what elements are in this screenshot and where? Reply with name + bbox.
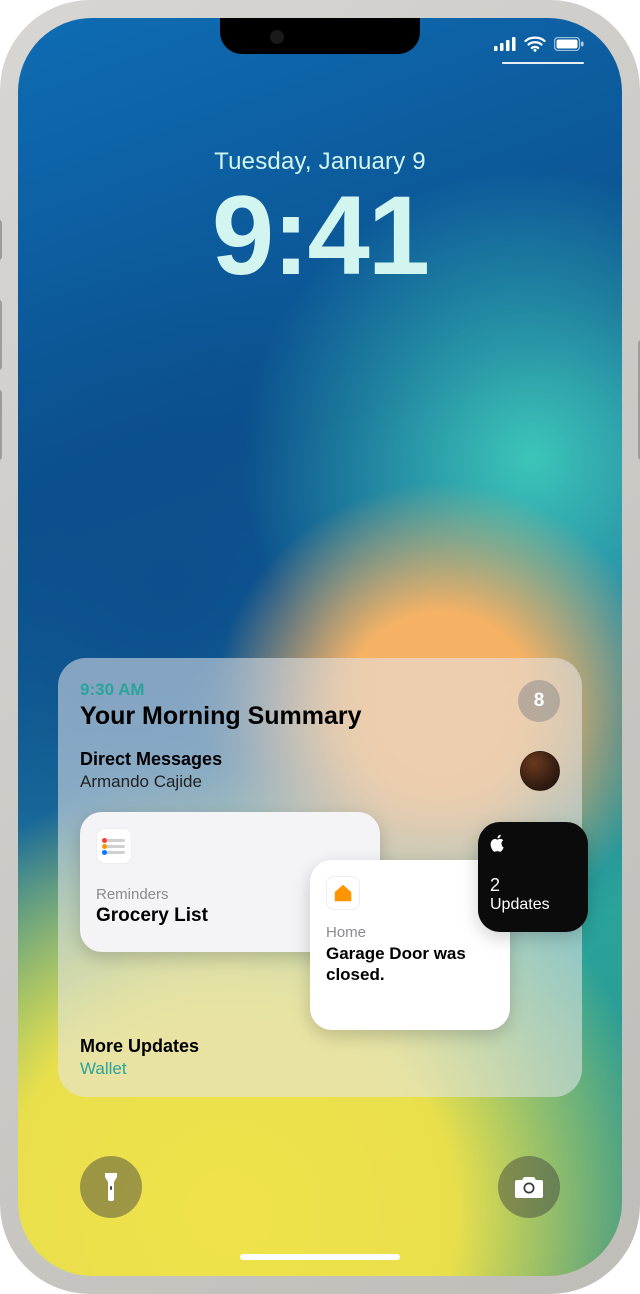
summary-title: Your Morning Summary (80, 702, 362, 731)
notch (220, 18, 420, 54)
status-bar (494, 36, 584, 52)
updates-tile[interactable]: 2 Updates (478, 822, 588, 932)
morning-summary-card[interactable]: 9:30 AM Your Morning Summary 8 Direct Me… (58, 658, 582, 1097)
summary-count-badge: 8 (518, 680, 560, 722)
summary-time: 9:30 AM (80, 680, 362, 700)
direct-messages-label: Direct Messages (80, 749, 222, 770)
more-updates-label: More Updates (80, 1036, 560, 1057)
battery-icon (554, 37, 584, 51)
lock-header: Tuesday, January 9 9:41 (18, 148, 622, 292)
volume-down-button (0, 390, 2, 460)
more-updates-row[interactable]: More Updates Wallet (80, 1036, 560, 1079)
direct-messages-sender: Armando Cajide (80, 772, 222, 792)
camera-button[interactable] (498, 1156, 560, 1218)
iphone-device-frame: Tuesday, January 9 9:41 9:30 AM Your Mor… (0, 0, 640, 1294)
reminders-icon (96, 828, 132, 864)
summary-tiles: Reminders Grocery List Home Garage Door … (80, 812, 560, 1032)
lock-time: 9:41 (18, 180, 622, 292)
updates-count: 2 (490, 875, 576, 896)
status-underline (502, 62, 584, 64)
mute-switch (0, 220, 2, 260)
apple-icon (490, 839, 506, 856)
cellular-icon (494, 37, 516, 51)
updates-label: Updates (490, 896, 576, 914)
flashlight-button[interactable] (80, 1156, 142, 1218)
lock-screen[interactable]: Tuesday, January 9 9:41 9:30 AM Your Mor… (18, 18, 622, 1276)
direct-messages-row[interactable]: Direct Messages Armando Cajide (80, 749, 560, 792)
volume-up-button (0, 300, 2, 370)
lock-date: Tuesday, January 9 (18, 148, 622, 176)
more-updates-app: Wallet (80, 1059, 560, 1079)
home-icon (326, 876, 360, 910)
home-indicator[interactable] (240, 1254, 400, 1260)
home-body: Garage Door was closed. (326, 943, 494, 986)
avatar (520, 751, 560, 791)
wifi-icon (524, 36, 546, 52)
quick-actions (18, 1156, 622, 1218)
home-app-label: Home (326, 924, 494, 941)
